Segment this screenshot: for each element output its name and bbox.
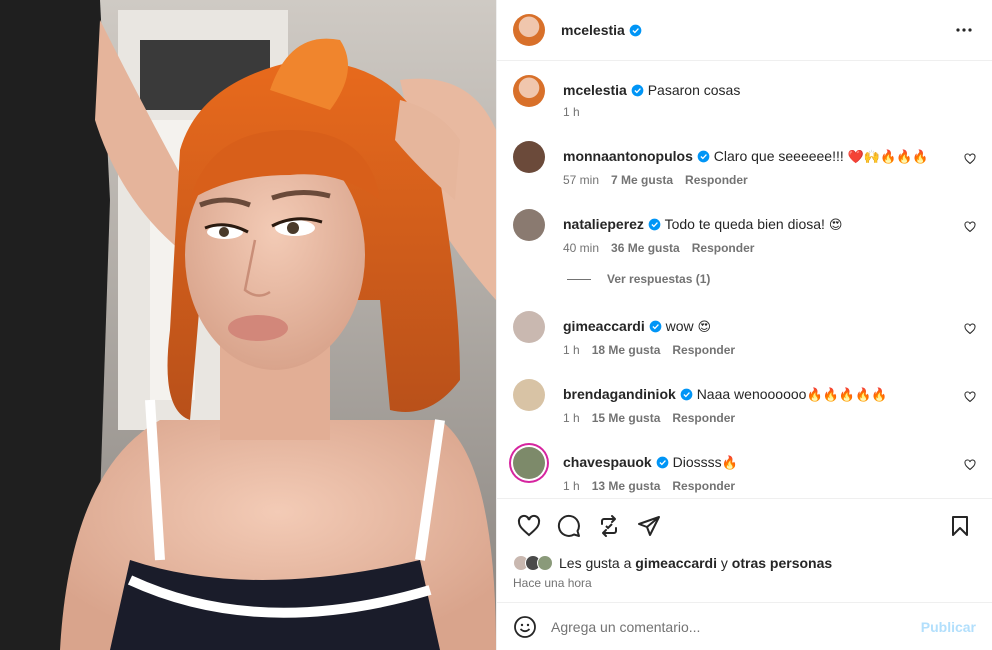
comment-likes[interactable]: 18 Me gusta (592, 343, 661, 357)
comment-username[interactable]: natalieperez (563, 216, 644, 232)
comment-text: Claro que seeeeee!!! (713, 148, 844, 164)
reply-button[interactable]: Responder (692, 241, 755, 255)
post-photo[interactable] (0, 0, 496, 650)
comment-emoji: 😍 (828, 218, 843, 233)
like-button[interactable] (509, 506, 549, 546)
comment-likes[interactable]: 7 Me gusta (611, 173, 673, 187)
verified-icon (631, 84, 644, 97)
comment-text: Diossss (672, 454, 722, 470)
like-comment-heart-icon[interactable] (964, 153, 976, 165)
comment-time: 57 min (563, 173, 600, 187)
verified-icon (648, 218, 661, 231)
share-icon (601, 514, 617, 537)
add-comment-bar: Publicar (497, 602, 992, 650)
caption-text: Pasaron cosas (647, 82, 741, 98)
view-replies-label: Ver respuestas (1) (607, 272, 711, 286)
comment-emoji: 🔥🔥🔥🔥🔥 (806, 388, 888, 403)
comment-time: 40 min (563, 241, 600, 255)
replies-divider (567, 278, 591, 280)
comment-avatar[interactable] (513, 141, 545, 173)
comment-avatar[interactable] (513, 311, 545, 343)
likes-user[interactable]: gimeaccardi (635, 555, 717, 571)
verified-icon (649, 320, 662, 333)
reply-button[interactable]: Responder (672, 411, 735, 425)
reply-button[interactable]: Responder (672, 343, 735, 357)
comment-emoji: 🔥 (721, 456, 738, 471)
verified-icon (680, 388, 693, 401)
post-header: mcelestia (497, 0, 992, 61)
more-options-button[interactable] (952, 18, 976, 42)
comment-time: 1 h (563, 343, 580, 357)
comment-time: 1 h (563, 479, 580, 493)
caption: mcelestia Pasaron cosas 1 h (513, 75, 976, 119)
comment-likes[interactable]: 15 Me gusta (592, 411, 661, 425)
comment-item: gimeaccardi wow 😍 1 h 18 Me gusta Respon… (513, 311, 976, 357)
comment-item: chavespauok Diossss🔥 1 h 13 Me gusta Res… (513, 447, 976, 493)
view-replies-link[interactable]: Ver respuestas (1) (567, 269, 976, 289)
posted-time: Hace una hora (513, 576, 592, 590)
comment-avatar[interactable] (513, 379, 545, 411)
comment-emoji: ❤️🙌🔥🔥🔥 (847, 150, 929, 165)
comment-item: brendagandiniok Naaa wenoooooo🔥🔥🔥🔥🔥 1 h … (513, 379, 976, 425)
comment-username[interactable]: brendagandiniok (563, 386, 676, 402)
send-icon (638, 515, 660, 536)
likes-summary: Les gusta a gimeaccardi y otras personas (497, 552, 992, 574)
verified-icon (656, 456, 669, 469)
comment-username[interactable]: gimeaccardi (563, 318, 645, 334)
comment-username[interactable]: chavespauok (563, 454, 652, 470)
comment-button[interactable] (549, 506, 589, 546)
reply-button[interactable]: Responder (672, 479, 735, 493)
comment-time: 1 h (563, 411, 580, 425)
author-username[interactable]: mcelestia (561, 22, 625, 38)
comment-likes[interactable]: 36 Me gusta (611, 241, 680, 255)
comment-text: Todo te queda bien diosa! (664, 216, 825, 232)
comment-icon (557, 514, 580, 537)
comment-item: natalieperez Todo te queda bien diosa! 😍… (513, 209, 976, 255)
comment-avatar[interactable] (513, 209, 545, 241)
bookmark-icon (952, 515, 968, 536)
post-image (0, 0, 496, 650)
liker-avatars[interactable] (513, 555, 553, 571)
caption-username[interactable]: mcelestia (563, 82, 627, 98)
emoji-icon[interactable] (513, 615, 537, 639)
like-comment-heart-icon[interactable] (964, 323, 976, 335)
author-avatar[interactable] (513, 14, 545, 46)
likes-prefix: Les gusta a (559, 555, 632, 571)
share-button[interactable] (589, 506, 629, 546)
like-comment-heart-icon[interactable] (964, 459, 976, 471)
like-comment-heart-icon[interactable] (964, 391, 976, 403)
comment-input[interactable] (551, 618, 921, 635)
heart-icon (517, 514, 541, 536)
like-comment-heart-icon[interactable] (964, 221, 976, 233)
comments-list: mcelestia Pasaron cosas 1 h monnaantonop… (497, 61, 992, 498)
verified-icon (697, 150, 710, 163)
liker-avatar (537, 555, 553, 571)
comment-text: Naaa wenoooooo (696, 386, 807, 402)
comment-likes[interactable]: 13 Me gusta (592, 479, 661, 493)
post-panel: mcelestia mcelestia Pasaron cosas 1 h mo… (496, 0, 992, 650)
publish-button[interactable]: Publicar (921, 619, 976, 635)
more-icon (956, 28, 972, 32)
save-button[interactable] (940, 506, 980, 546)
caption-avatar[interactable] (513, 75, 545, 107)
likes-rest[interactable]: otras personas (732, 555, 832, 571)
caption-time: 1 h (563, 105, 580, 119)
comment-avatar[interactable] (513, 447, 545, 479)
verified-icon (629, 24, 642, 36)
comment-emoji: 😍 (697, 320, 712, 335)
send-button[interactable] (629, 506, 669, 546)
comment-item: monnaantonopulos Claro que seeeeee!!! ❤️… (513, 141, 976, 187)
likes-conj: y (720, 555, 728, 571)
reply-button[interactable]: Responder (685, 173, 748, 187)
action-bar (497, 498, 992, 552)
comment-username[interactable]: monnaantonopulos (563, 148, 693, 164)
comment-text: wow (665, 318, 694, 334)
